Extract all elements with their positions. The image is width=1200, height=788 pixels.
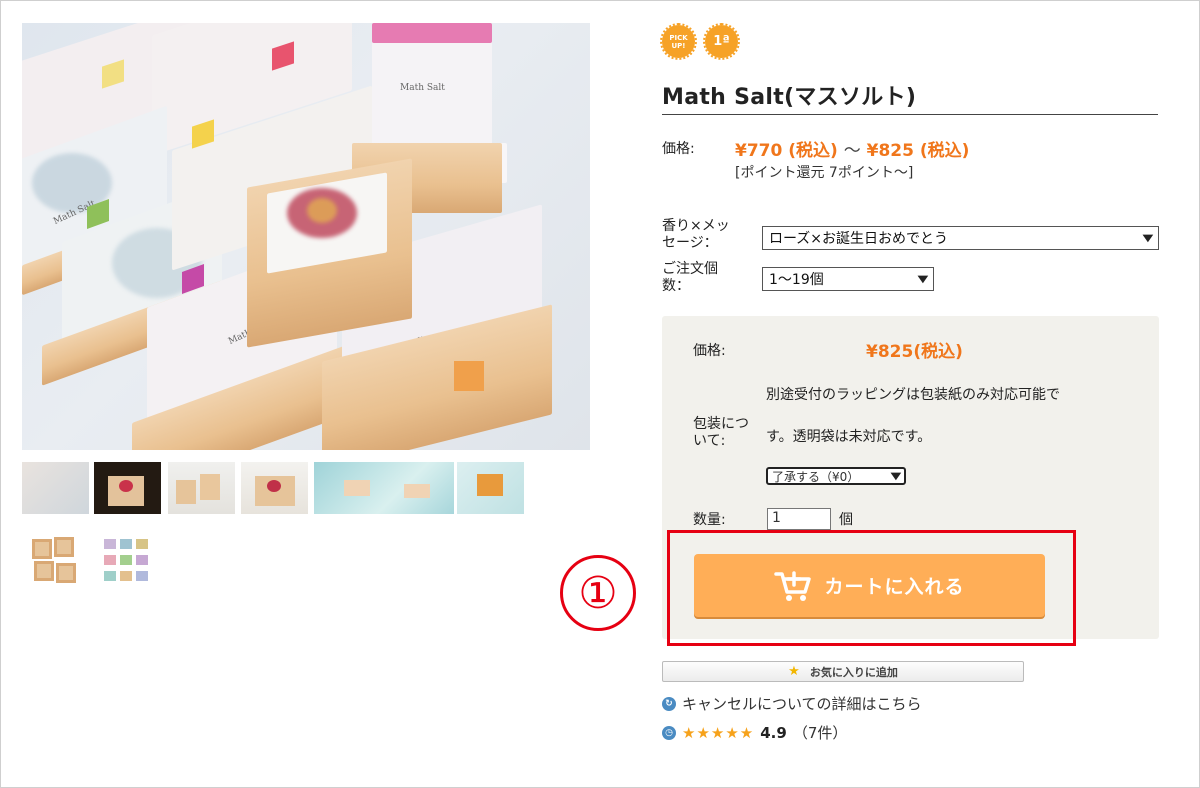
panel-price-label: 価格: [693, 343, 726, 359]
thumbnail-5[interactable] [314, 462, 454, 514]
wrapping-label: 包装につ いて: [693, 416, 749, 449]
thumbnail-3[interactable] [168, 462, 235, 514]
order-quantity-label: ご注文個 数： [662, 261, 718, 294]
thumbnail-8[interactable] [96, 535, 163, 587]
thumbnail-7[interactable] [22, 535, 89, 587]
wrapping-select[interactable]: 了承する（¥0） ▼ [766, 467, 906, 485]
pickup-badge: PICK UP! [660, 23, 697, 60]
rating-value: 4.9 [760, 723, 787, 742]
add-to-cart-button[interactable]: カートに入れる [694, 554, 1045, 617]
scent-message-value: ローズ×お誕生日おめでとう [769, 231, 949, 247]
step-number-annotation: ① [560, 555, 636, 631]
price-label: 価格: [662, 141, 695, 157]
chevron-down-icon: ▼ [890, 470, 902, 482]
cart-icon [774, 570, 812, 601]
chevron-down-icon: ▼ [917, 273, 929, 285]
review-count: （7件） [792, 724, 848, 742]
title-divider [662, 114, 1158, 115]
quantity-input[interactable]: 1 [767, 508, 831, 530]
wrapping-select-value: 了承する（¥0） [772, 469, 860, 484]
product-title: Math Salt(マスソルト) [662, 85, 917, 110]
price-range: ¥770 (税込) ～ ¥825 (税込) [735, 136, 969, 161]
scent-message-label: 香り×メッ セージ： [662, 218, 730, 251]
add-to-cart-label: カートに入れる [824, 576, 965, 598]
thumbnail-4[interactable] [241, 462, 308, 514]
info-icon: ↻ [662, 696, 676, 711]
review-summary[interactable]: ◷ ★★★★★ 4.9 （7件） [662, 722, 847, 743]
first-badge: 1ª [703, 23, 740, 60]
panel-price-value: ¥825(税込) [866, 342, 963, 362]
price-min: ¥770 (税込) [735, 141, 838, 161]
clock-icon: ◷ [662, 725, 676, 740]
add-favorite-button[interactable]: ★ お気に入りに追加 [662, 661, 1024, 682]
cancel-info-link[interactable]: ↻ キャンセルについての詳細はこちら [662, 693, 922, 714]
quantity-label: 数量: [693, 512, 726, 528]
star-rating: ★★★★★ [682, 723, 755, 742]
wrapping-note-line2: す。透明袋は未対応です。 [766, 429, 932, 445]
thumbnail-2[interactable] [94, 462, 161, 514]
price-max: ¥825 (税込) [866, 141, 970, 161]
star-icon: ★ [788, 664, 800, 679]
chevron-down-icon: ▼ [1142, 232, 1154, 244]
add-favorite-label: お気に入りに追加 [809, 665, 898, 679]
wrapping-note-line1: 別途受付のラッピングは包装紙のみ対応可能で [766, 387, 1060, 403]
main-product-image[interactable]: Math Salt Math Salt Math Salt Math Salt [22, 23, 590, 450]
order-quantity-value: 1～19個 [769, 272, 824, 288]
points-text: [ポイント還元 7ポイント～] [735, 165, 914, 181]
cancel-info-text: キャンセルについての詳細はこちら [682, 695, 922, 713]
price-separator: ～ [843, 141, 861, 161]
order-quantity-select[interactable]: 1～19個 ▼ [762, 267, 934, 291]
scent-message-select[interactable]: ローズ×お誕生日おめでとう ▼ [762, 226, 1159, 250]
thumbnail-6[interactable] [457, 462, 524, 514]
thumbnail-1[interactable] [22, 462, 89, 514]
quantity-unit: 個 [839, 512, 853, 528]
